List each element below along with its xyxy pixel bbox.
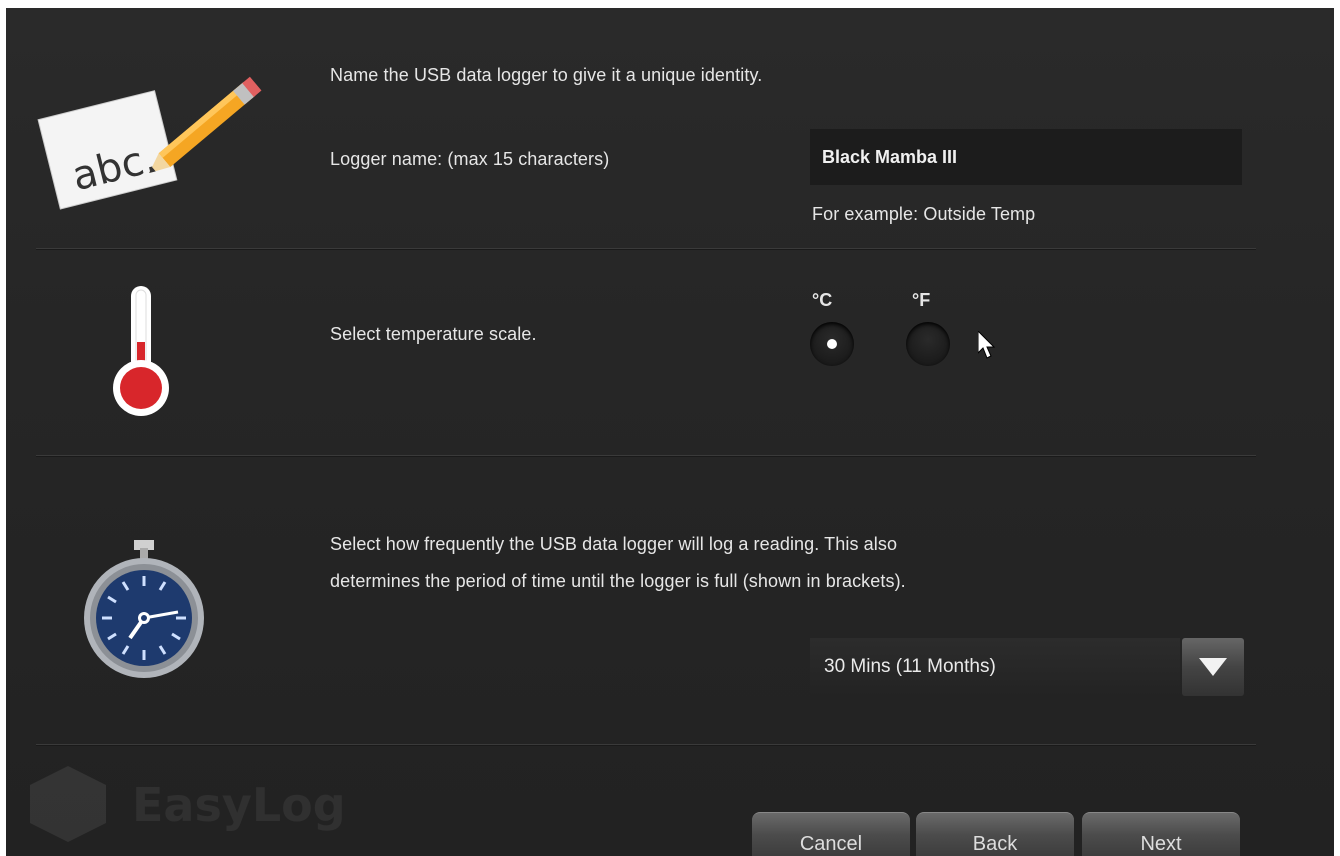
stopwatch-icon [78,538,210,678]
celsius-radio[interactable] [810,322,854,366]
easylog-setup-window: abc. Name the USB data logger to give it… [6,8,1334,856]
divider [36,455,1256,456]
next-button[interactable]: Next [1082,812,1240,856]
divider [36,744,1256,745]
pencil-paper-icon: abc. [36,64,266,214]
name-example-text: For example: Outside Temp [812,204,1036,224]
easylog-logo-icon [30,766,106,842]
easylog-logo-text: EasyLog [132,778,346,832]
mouse-cursor-icon [977,329,998,366]
cancel-button[interactable]: Cancel [752,812,910,856]
celsius-label: °C [812,290,833,310]
log-rate-selected-value: 30 Mins (11 Months) [810,638,1180,696]
chevron-down-icon[interactable] [1182,638,1244,696]
log-rate-dropdown[interactable]: 30 Mins (11 Months) [810,638,1244,696]
fahrenheit-label: °F [912,290,931,310]
log-rate-prompt-line1: Select how frequently the USB data logge… [330,534,898,554]
temp-scale-prompt: Select temperature scale. [330,324,537,344]
fahrenheit-radio[interactable] [906,322,950,366]
easylog-logo: EasyLog [30,760,370,842]
thermometer-icon [106,284,176,420]
back-button[interactable]: Back [916,812,1074,856]
log-rate-prompt-line2: determines the period of time until the … [330,571,906,591]
logger-name-label: Logger name: (max 15 characters) [330,149,610,169]
radio-selected-dot [827,339,837,349]
logger-name-input[interactable] [810,129,1242,185]
name-intro-text: Name the USB data logger to give it a un… [330,65,763,85]
divider [36,248,1256,249]
